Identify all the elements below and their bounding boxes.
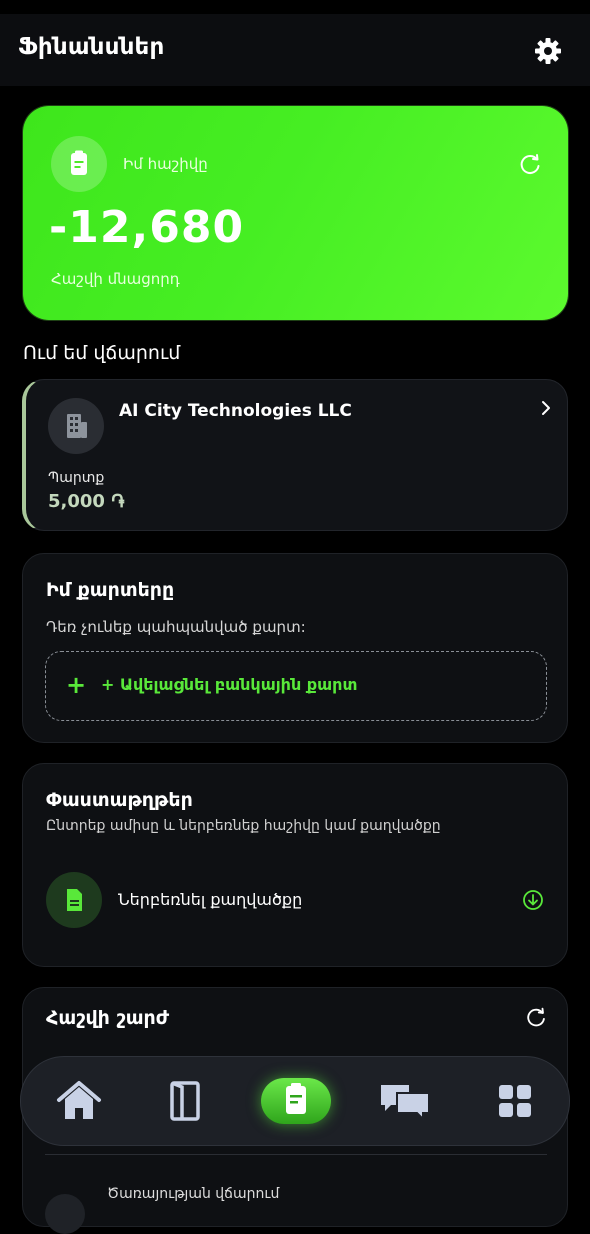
download-statement-label[interactable]: Ներբեռնել քաղվածքը xyxy=(118,890,302,909)
documents-subtitle: Ընտրեք ամիսը և ներբեռնեք հաշիվը կամ քաղվ… xyxy=(46,818,441,834)
gear-icon[interactable] xyxy=(532,35,564,67)
cards-panel: Իմ քարտերը Դեռ չունեք պահպանված քարտ: + … xyxy=(22,553,568,743)
account-icon[interactable] xyxy=(261,1078,331,1124)
doors-icon[interactable] xyxy=(157,1075,213,1127)
section-title-payees: Ում եմ վճարում xyxy=(23,342,181,364)
balance-card[interactable]: Իմ հաշիվը -12,680 Հաշվի մնացորդ xyxy=(23,106,568,320)
document-icon xyxy=(46,872,102,928)
documents-panel: Փաստաթղթեր Ընտրեք ամիսը և ներբեռնեք հաշի… xyxy=(22,763,568,967)
bottom-nav xyxy=(20,1056,570,1146)
divider xyxy=(45,1154,547,1155)
refresh-icon[interactable] xyxy=(516,151,544,179)
account-label: Իմ հաշիվը xyxy=(123,155,208,173)
movements-title: Հաշվի շարժ xyxy=(46,1007,170,1029)
top-header: Ֆինանսներ xyxy=(0,14,590,86)
cards-empty-text: Դեռ չունեք պահպանված քարտ: xyxy=(46,618,306,636)
download-icon[interactable] xyxy=(521,888,545,912)
apps-icon[interactable] xyxy=(487,1075,543,1127)
debt-label: Պարտք xyxy=(48,470,105,486)
payee-name: AI City Technologies LLC xyxy=(119,401,352,421)
building-icon xyxy=(48,398,104,454)
page-title: Ֆինանսներ xyxy=(18,34,165,60)
balance-amount: -12,680 xyxy=(49,202,245,253)
debt-amount: 5,000 ֏ xyxy=(48,491,125,512)
payee-card[interactable]: AI City Technologies LLC Պարտք 5,000 ֏ xyxy=(22,379,568,531)
add-card-button[interactable]: + + Ավելացնել բանկային քարտ xyxy=(45,651,547,721)
cards-title: Իմ քարտերը xyxy=(46,579,175,601)
home-icon[interactable] xyxy=(51,1075,107,1127)
add-card-label: + Ավելացնել բանկային քարտ xyxy=(101,675,358,694)
refresh-icon[interactable] xyxy=(523,1005,549,1031)
chevron-right-icon[interactable] xyxy=(538,398,554,418)
clipboard-icon xyxy=(51,136,107,192)
transaction-label[interactable]: Ծառայության վճարում xyxy=(107,1186,279,1202)
chat-icon[interactable] xyxy=(377,1075,433,1127)
documents-title: Փաստաթղթեր xyxy=(46,789,193,811)
transaction-icon xyxy=(45,1194,85,1234)
balance-caption: Հաշվի մնացորդ xyxy=(51,270,180,288)
plus-icon: + xyxy=(66,671,87,699)
